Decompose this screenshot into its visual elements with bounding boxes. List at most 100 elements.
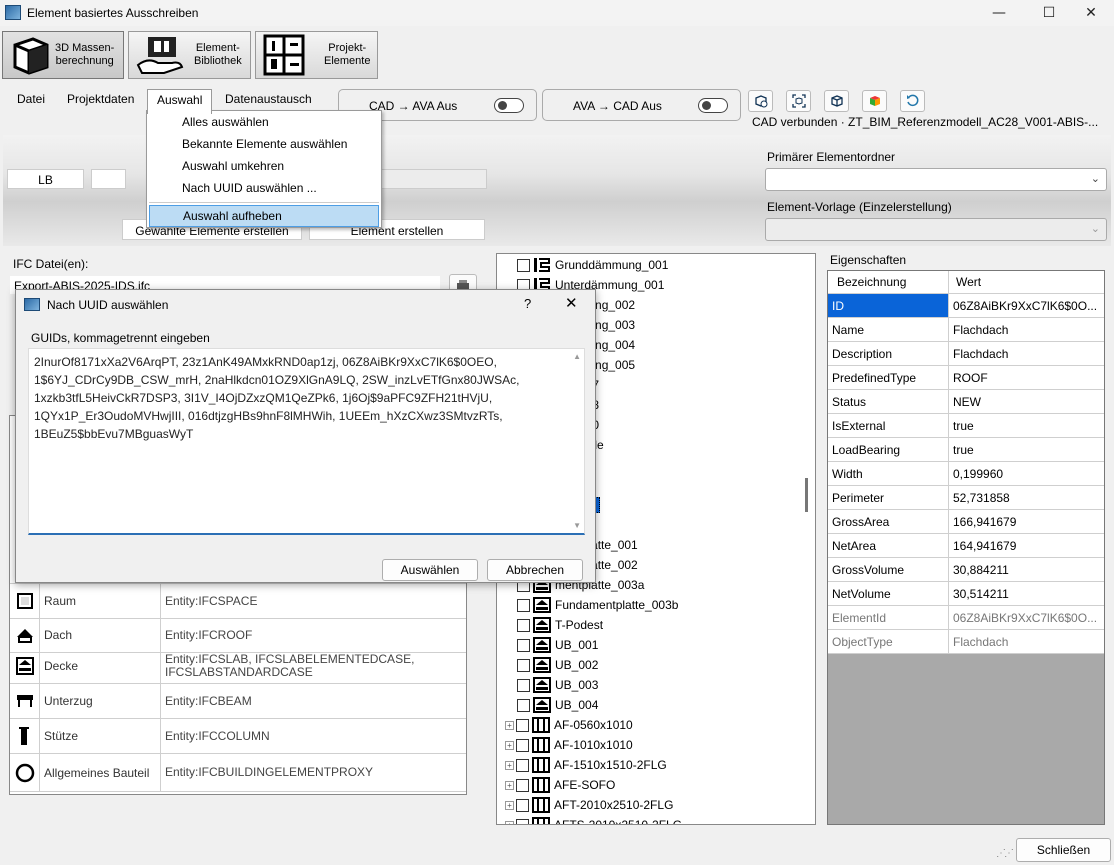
category-row[interactable]: Dach Entity:IFCROOF [10, 618, 466, 653]
dialog-app-icon [24, 298, 40, 311]
refresh-icon[interactable] [900, 90, 925, 112]
property-row[interactable]: ObjectType Flachdach [828, 630, 1104, 654]
guid-textarea[interactable]: 2InurOf8171xXa2V6ArqPT, 23z1AnK49AMxkRND… [28, 348, 585, 535]
tree-checkbox[interactable] [517, 598, 530, 612]
tree-item[interactable]: + AF-0560x1010 [505, 715, 633, 735]
menu-auswahl[interactable]: Auswahl [147, 89, 213, 114]
lb-field-2[interactable] [91, 169, 126, 189]
dialog-close-button[interactable]: ✕ [565, 294, 578, 312]
menu-item-clear-selection[interactable]: Auswahl aufheben [149, 205, 379, 227]
tree-checkbox[interactable] [517, 698, 530, 712]
property-value: 30,884211 [953, 562, 1009, 577]
close-window-button[interactable]: ✕ [1068, 0, 1114, 26]
lb-field-3[interactable] [380, 169, 487, 189]
tree-item[interactable]: Fundamentplatte_003b [517, 595, 678, 615]
scroll-up-arrow[interactable]: ▲ [573, 352, 581, 361]
category-row[interactable]: Raum Entity:IFCSPACE [10, 584, 466, 619]
col-wert[interactable]: Wert [949, 271, 1104, 293]
property-row[interactable]: ElementId 06Z8AiBKr9XxC7lK6$0O... [828, 606, 1104, 630]
tree-checkbox[interactable] [517, 258, 530, 272]
zoom-cube-icon[interactable] [748, 90, 773, 112]
select-button[interactable]: Auswählen [382, 559, 478, 581]
primary-folder-select[interactable]: ⌄ [765, 168, 1107, 191]
tree-item[interactable]: UB_003 [517, 675, 598, 695]
property-row[interactable]: Description Flachdach [828, 342, 1104, 366]
tree-checkbox[interactable] [517, 678, 530, 692]
property-row[interactable]: Name Flachdach [828, 318, 1104, 342]
cube-view-icon[interactable] [824, 90, 849, 112]
expand-icon[interactable]: + [505, 780, 514, 790]
tree-item[interactable]: Grunddämmung_001 [517, 255, 668, 275]
category-entity: Entity:IFCROOF [165, 627, 253, 642]
tree-item[interactable]: + AF-1010x1010 [505, 735, 633, 755]
tree-item[interactable]: T-Podest [517, 615, 603, 635]
property-row[interactable]: Perimeter 52,731858 [828, 486, 1104, 510]
ava-to-cad-switch[interactable] [698, 98, 728, 113]
lb-box[interactable]: LB [7, 169, 84, 189]
tree-checkbox[interactable] [516, 758, 529, 772]
menu-item-select-known[interactable]: Bekannte Elemente auswählen [147, 133, 381, 155]
menu-item-select-uuid[interactable]: Nach UUID auswählen ... [147, 177, 381, 199]
tree-item[interactable]: + AFT-2010x2510-2FLG [505, 795, 673, 815]
tree-item[interactable]: + AFE-SOFO [505, 775, 615, 795]
tree-item[interactable]: UB_002 [517, 655, 598, 675]
focus-cube-icon[interactable] [786, 90, 811, 112]
tree-item[interactable]: UB_004 [517, 695, 598, 715]
property-row[interactable]: Width 0,199960 [828, 462, 1104, 486]
tree-checkbox[interactable] [516, 718, 529, 732]
property-row[interactable]: PredefinedType ROOF [828, 366, 1104, 390]
property-row[interactable]: IsExternal true [828, 414, 1104, 438]
category-row[interactable]: Decke Entity:IFCSLAB, IFCSLABELEMENTEDCAS… [10, 649, 466, 684]
menu-datenaustausch[interactable]: Datenaustausch [216, 89, 321, 111]
insulation-icon [534, 258, 550, 272]
category-row[interactable]: Stütze Entity:IFCCOLUMN [10, 719, 466, 754]
scroll-down-arrow[interactable]: ▼ [573, 521, 581, 530]
color-cube-icon[interactable] [862, 90, 887, 112]
help-button[interactable]: ? [524, 296, 531, 311]
category-row[interactable]: Allgemeines Bauteil Entity:IFCBUILDINGELE… [10, 754, 466, 792]
property-row[interactable]: NetVolume 30,514211 [828, 582, 1104, 606]
expand-icon[interactable]: + [505, 820, 514, 824]
category-row[interactable]: Unterzug Entity:IFCBEAM [10, 684, 466, 719]
project-elements-button[interactable]: Projekt- Elemente [255, 31, 378, 79]
menu-datei[interactable]: Datei [8, 89, 54, 111]
roof-element-icon [533, 677, 551, 693]
template-select[interactable]: ⌄ [765, 218, 1107, 241]
menu-item-invert[interactable]: Auswahl umkehren [147, 155, 381, 177]
maximize-button[interactable]: ☐ [1026, 0, 1072, 26]
property-row[interactable]: LoadBearing true [828, 438, 1104, 462]
expand-icon[interactable]: + [505, 760, 514, 770]
property-row[interactable]: GrossArea 166,941679 [828, 510, 1104, 534]
col-bezeichnung[interactable]: Bezeichnung [828, 271, 949, 293]
tree-item[interactable]: + AFTS-2010x2510-2FLG [505, 815, 682, 824]
tree-checkbox[interactable] [516, 738, 529, 752]
tree-checkbox[interactable] [516, 798, 529, 812]
property-row[interactable]: GrossVolume 30,884211 [828, 558, 1104, 582]
menu-item-select-all[interactable]: Alles auswählen [147, 111, 381, 133]
expand-icon[interactable]: + [505, 740, 514, 750]
cad-to-ava-switch[interactable] [494, 98, 524, 113]
ava-to-cad-toggle[interactable]: AVA → CAD Aus [542, 89, 741, 121]
tree-scrollbar-thumb[interactable] [805, 478, 808, 512]
slab-icon [10, 649, 40, 683]
tree-item[interactable]: + AF-1510x1510-2FLG [505, 755, 667, 775]
property-row[interactable]: ID 06Z8AiBKr9XxC7lK6$0O... [828, 294, 1104, 318]
tree-checkbox[interactable] [517, 618, 530, 632]
property-value: Flachdach [953, 634, 1009, 649]
resize-grip-icon[interactable]: ⋰⋰ [996, 848, 1014, 859]
tree-item[interactable]: UB_001 [517, 635, 598, 655]
expand-icon[interactable]: + [505, 800, 514, 810]
element-library-button[interactable]: Element- Bibliothek [128, 31, 251, 79]
property-row[interactable]: NetArea 164,941679 [828, 534, 1104, 558]
property-row[interactable]: Status NEW [828, 390, 1104, 414]
mass-calc-button[interactable]: 3D Massen- berechnung [2, 31, 124, 79]
close-button[interactable]: Schließen [1016, 838, 1111, 862]
cancel-button[interactable]: Abbrechen [487, 559, 583, 581]
tree-checkbox[interactable] [516, 818, 529, 824]
minimize-button[interactable]: — [976, 0, 1022, 26]
tree-checkbox[interactable] [516, 778, 529, 792]
tree-checkbox[interactable] [517, 638, 530, 652]
tree-checkbox[interactable] [517, 658, 530, 672]
menu-projektdaten[interactable]: Projektdaten [58, 89, 143, 111]
expand-icon[interactable]: + [505, 720, 514, 730]
